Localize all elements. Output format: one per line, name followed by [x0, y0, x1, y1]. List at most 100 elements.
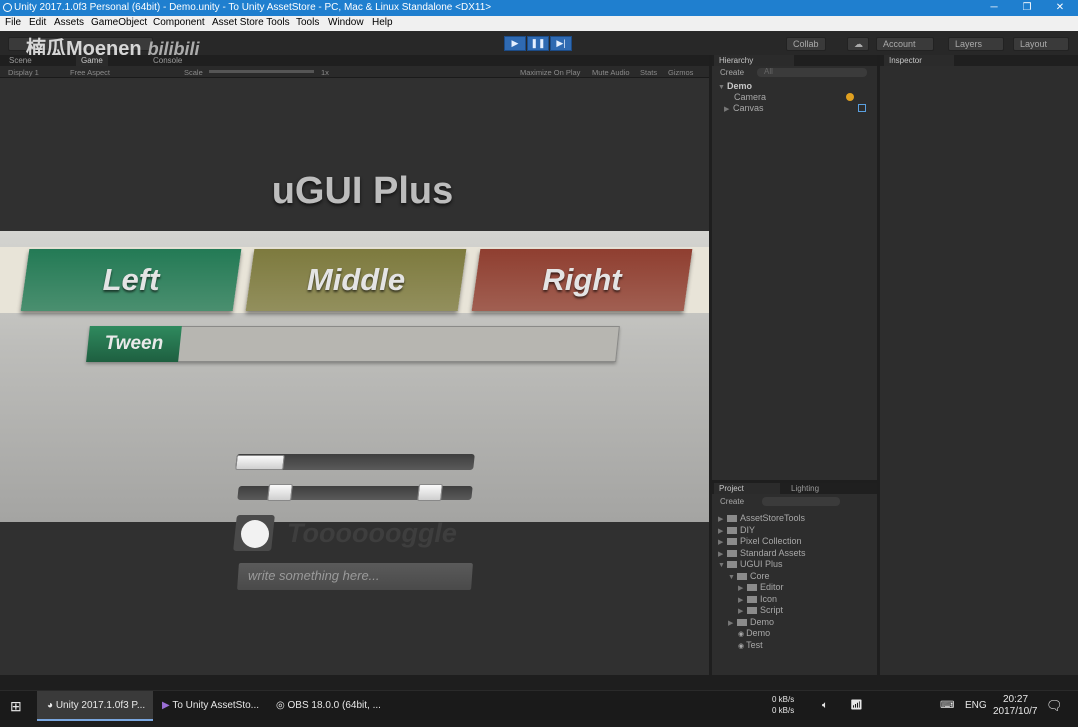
scale-slider[interactable]	[209, 70, 314, 73]
collapse-arrow-icon[interactable]: ▶	[728, 619, 734, 627]
taskbar-app-obs[interactable]: ◎ OBS 18.0.0 (64bit, ...	[272, 691, 388, 721]
range-max-handle[interactable]	[417, 484, 443, 501]
expand-arrow-icon[interactable]: ▼	[728, 574, 735, 581]
clock-date[interactable]: 2017/10/7	[993, 697, 1038, 727]
segment-left-button[interactable]: Left	[20, 249, 242, 311]
project-item-label: Script	[760, 605, 784, 615]
layout-dropdown[interactable]: Layout	[1013, 37, 1069, 51]
segment-right-button[interactable]: Right	[471, 249, 693, 311]
project-create-dropdown[interactable]: Create	[720, 497, 744, 506]
cloud-icon[interactable]: ☁	[847, 37, 869, 51]
collapse-arrow-icon[interactable]: ▶	[718, 515, 724, 523]
project-item[interactable]: ▶ Standard Assets	[718, 548, 806, 558]
stats-toggle[interactable]: Stats	[640, 68, 657, 77]
step-button[interactable]: ▶|	[550, 36, 572, 51]
hierarchy-create-dropdown[interactable]: Create	[720, 68, 744, 77]
maximize-on-play-toggle[interactable]: Maximize On Play	[520, 68, 580, 77]
project-item[interactable]: ▶ Pixel Collection	[718, 536, 802, 546]
hierarchy-item-canvas[interactable]: ▶ Canvas	[724, 103, 764, 113]
game-view[interactable]: uGUI Plus Left Middle Right Tween Tooooo…	[0, 78, 709, 675]
menu-file[interactable]: File	[5, 17, 21, 28]
collapse-arrow-icon[interactable]: ▶	[718, 527, 724, 535]
tab-game[interactable]: Game	[76, 55, 108, 66]
scene-file-icon: ◉	[738, 642, 747, 650]
hierarchy-item-camera[interactable]: Camera	[734, 92, 766, 102]
project-item[interactable]: ▶ DIY	[718, 525, 755, 535]
tab-inspector[interactable]: Inspector	[884, 55, 954, 66]
project-item[interactable]: ▼ Core	[728, 571, 770, 581]
hierarchy-search-input[interactable]	[757, 68, 867, 77]
network-icon[interactable]: 📶︎	[850, 691, 863, 721]
collab-button[interactable]: Collab	[786, 37, 826, 51]
project-item[interactable]: ▼ UGUI Plus	[718, 559, 783, 569]
scene-root-item[interactable]: ▼ Demo	[718, 81, 752, 91]
collapse-arrow-icon[interactable]: ▶	[718, 538, 724, 546]
pause-button[interactable]: ❚❚	[527, 36, 549, 51]
project-item[interactable]: ▶ Demo	[728, 617, 774, 627]
collapse-arrow-icon[interactable]: ▶	[738, 584, 744, 592]
taskbar-app-visualstudio[interactable]: ▶ To Unity AssetSto...	[158, 691, 268, 721]
collapse-arrow-icon[interactable]: ▶	[724, 105, 730, 113]
expand-arrow-icon[interactable]: ▼	[718, 84, 725, 91]
camera-gizmo-icon	[846, 93, 854, 101]
tab-scene[interactable]: Scene	[4, 55, 37, 66]
window-title: Unity 2017.1.0f3 Personal (64bit) - Demo…	[14, 2, 492, 13]
menu-component[interactable]: Component	[153, 17, 205, 28]
scale-label: Scale	[184, 68, 203, 77]
project-item-label: UGUI Plus	[740, 559, 783, 569]
folder-icon	[727, 561, 737, 568]
restore-button[interactable]: ❐	[1011, 0, 1043, 16]
game-panel: Scene Game Console Display 1 Free Aspect…	[0, 55, 709, 675]
menu-edit[interactable]: Edit	[29, 17, 46, 28]
mute-audio-toggle[interactable]: Mute Audio	[592, 68, 630, 77]
range-min-handle[interactable]	[267, 484, 293, 501]
project-item[interactable]: ▶ Icon	[738, 594, 777, 604]
toggle-label: Tooooooggle	[287, 518, 457, 548]
taskbar-app-label: Unity 2017.1.0f3 P...	[55, 700, 146, 711]
game-panel-tabs: Scene Game Console	[0, 55, 709, 66]
visualstudio-icon: ▶	[162, 700, 170, 711]
project-item[interactable]: ▶ Editor	[738, 582, 784, 592]
project-item-label: Icon	[760, 593, 778, 604]
menu-window[interactable]: Window	[328, 17, 364, 28]
menu-gameobject[interactable]: GameObject	[91, 17, 147, 28]
hierarchy-panel: Hierarchy Create All ▼ Demo Camera ▶ Canva…	[712, 55, 877, 480]
menu-asset-store-tools[interactable]: Asset Store Tools	[212, 17, 290, 28]
minimize-button[interactable]: ─	[978, 0, 1010, 16]
project-item[interactable]: ▶ Script	[738, 605, 783, 615]
expand-arrow-icon[interactable]: ▼	[718, 562, 725, 569]
project-item[interactable]: ▶ AssetStoreTools	[718, 513, 805, 523]
gizmos-dropdown[interactable]: Gizmos	[668, 68, 693, 77]
segment-middle-button[interactable]: Middle	[245, 249, 467, 311]
start-windows-icon[interactable]: ⊞	[10, 691, 22, 721]
project-item[interactable]: ◉ Demo	[738, 628, 770, 638]
collapse-arrow-icon[interactable]: ▶	[738, 596, 744, 604]
progress-slider-fill[interactable]	[235, 455, 285, 470]
project-search-input[interactable]	[762, 497, 840, 506]
keyboard-icon[interactable]: ⌨	[940, 691, 954, 721]
collapse-arrow-icon[interactable]: ▶	[718, 550, 724, 558]
tab-console[interactable]: Console	[148, 55, 187, 66]
game-view-options: Display 1 Free Aspect Scale 1x Maximize …	[0, 66, 709, 78]
language-indicator[interactable]: ENG	[965, 691, 987, 721]
aspect-dropdown[interactable]: Free Aspect	[70, 68, 110, 77]
layers-dropdown[interactable]: Layers	[948, 37, 1004, 51]
taskbar-app-unity[interactable]: ◕ Unity 2017.1.0f3 P...	[37, 691, 153, 721]
menu-tools[interactable]: Tools	[296, 17, 319, 28]
play-button[interactable]: ▶	[504, 36, 526, 51]
menu-help[interactable]: Help	[372, 17, 393, 28]
close-button[interactable]: ✕	[1044, 0, 1076, 16]
notification-icon[interactable]: 🗨︎	[1046, 691, 1063, 721]
project-item[interactable]: ◉ Test	[738, 640, 763, 650]
tab-hierarchy[interactable]: Hierarchy	[714, 55, 794, 66]
menu-assets[interactable]: Assets	[54, 17, 84, 28]
tween-button[interactable]: Tween	[86, 326, 182, 362]
account-dropdown[interactable]: Account	[876, 37, 934, 51]
tab-project[interactable]: Project	[714, 483, 780, 494]
tab-lighting[interactable]: Lighting	[786, 483, 824, 494]
collapse-arrow-icon[interactable]: ▶	[738, 607, 744, 615]
windows-taskbar: ⊞ ◕ Unity 2017.1.0f3 P... ▶ To Unity Ass…	[0, 690, 1078, 721]
display-dropdown[interactable]: Display 1	[8, 68, 39, 77]
volume-icon[interactable]: 🔈︎	[822, 691, 828, 721]
taskbar-app-label: OBS 18.0.0 (64bit, ...	[287, 700, 381, 711]
